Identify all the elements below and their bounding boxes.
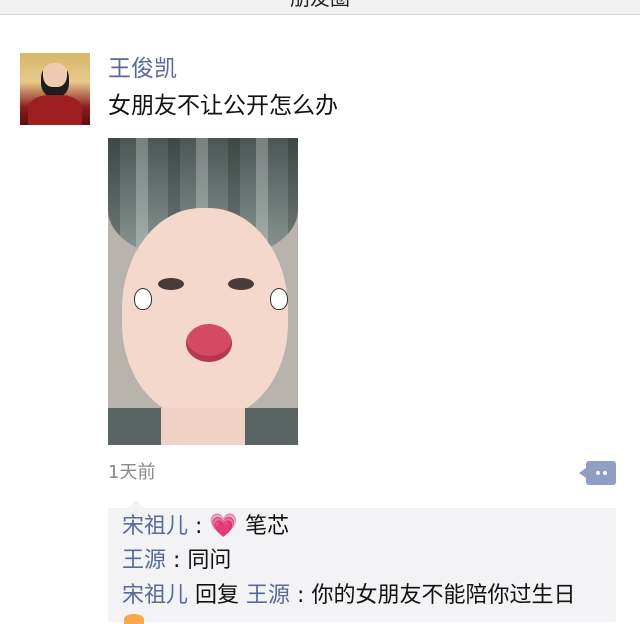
partial-emoji-icon — [124, 614, 144, 624]
left-bird-sticker-icon — [134, 288, 152, 310]
post-time: 1天前 — [108, 462, 156, 483]
reply-label: 回复 — [195, 583, 240, 608]
left-eye — [158, 278, 184, 290]
post-author-name[interactable]: 王俊凯 — [108, 54, 177, 84]
avatar-face — [41, 63, 69, 97]
comment-separator: : — [195, 514, 210, 539]
commenter-name[interactable]: 宋祖儿 — [122, 514, 188, 539]
face-shape — [122, 208, 288, 418]
top-navigation-bar: 朋友圈 — [0, 0, 640, 15]
comment-item[interactable]: 王源 : 同问 — [122, 546, 231, 576]
comment-more-button[interactable] — [579, 461, 616, 485]
comment-text: 你的女朋友不能陪你过生日 — [311, 583, 576, 608]
commenter-name[interactable]: 王源 — [122, 548, 166, 573]
comment-text: 笔芯 — [245, 514, 290, 539]
comment-text: 同问 — [187, 548, 232, 573]
comment-separator: : — [297, 583, 312, 608]
right-bird-sticker-icon — [270, 288, 288, 310]
comment-item[interactable]: 宋祖儿 回复 王源 : 你的女朋友不能陪你过生日 — [122, 581, 575, 611]
more-dot-1 — [596, 471, 600, 475]
post-text: 女朋友不让公开怎么办 — [108, 93, 338, 119]
post-photo[interactable] — [108, 138, 298, 445]
page-title: 朋友圈 — [0, 0, 640, 8]
comment-item[interactable]: 宋祖儿 : 💗 笔芯 — [122, 511, 289, 542]
right-eye — [228, 278, 254, 290]
more-dot-2 — [603, 471, 607, 475]
avatar[interactable] — [20, 53, 90, 125]
lips — [186, 324, 232, 362]
comment-separator: : — [173, 548, 188, 573]
commenter-name[interactable]: 宋祖儿 — [122, 583, 188, 608]
avatar-body — [28, 95, 82, 125]
shirt-collar — [108, 408, 298, 445]
heart-emoji-icon: 💗 — [209, 513, 239, 539]
reply-to-name[interactable]: 王源 — [246, 583, 290, 608]
comment-list: 宋祖儿 : 💗 笔芯 王源 : 同问 宋祖儿 回复 王源 : 你的女朋友不能陪你… — [108, 500, 616, 622]
